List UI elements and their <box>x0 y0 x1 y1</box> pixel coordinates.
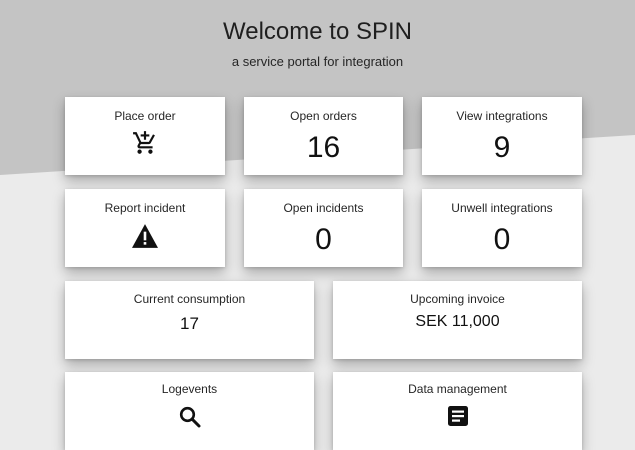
open-incidents-label: Open incidents <box>283 201 364 215</box>
unwell-integrations-count: 0 <box>493 223 511 256</box>
search-icon-wrap <box>65 405 314 429</box>
data-management-label: Data management <box>408 382 507 396</box>
page-title: Welcome to SPIN <box>223 18 412 45</box>
document-icon <box>447 406 468 426</box>
open-incidents-count: 0 <box>315 223 332 256</box>
logevents-tile[interactable]: Logevents <box>65 372 314 450</box>
unwell-integrations-label: Unwell integrations <box>451 201 553 215</box>
search-icon <box>179 406 200 428</box>
upcoming-invoice-tile[interactable]: Upcoming invoice SEK 11,000 <box>333 281 582 359</box>
current-consumption-label: Current consumption <box>133 292 246 306</box>
unwell-integrations-tile[interactable]: Unwell integrations 0 <box>422 189 582 267</box>
view-integrations-tile[interactable]: View integrations 9 <box>422 97 582 175</box>
current-consumption-value: 17 <box>180 314 199 333</box>
report-incident-label: Report incident <box>104 201 186 215</box>
page-subtitle: a service portal for integration <box>231 54 404 69</box>
document-icon-wrap <box>333 405 582 427</box>
current-consumption-tile[interactable]: Current consumption 17 <box>65 281 314 359</box>
cart-plus-icon <box>133 131 155 154</box>
cart-plus-icon-wrap <box>65 130 225 156</box>
warning-icon-wrap <box>65 224 225 248</box>
view-integrations-label: View integrations <box>456 109 548 123</box>
open-orders-count: 16 <box>306 131 341 164</box>
upcoming-invoice-value: SEK 11,000 <box>415 313 500 330</box>
upcoming-invoice-label: Upcoming invoice <box>410 292 505 306</box>
place-order-tile[interactable]: Place order <box>65 97 225 175</box>
warning-icon <box>132 224 158 248</box>
data-management-tile[interactable]: Data management <box>333 372 582 450</box>
open-orders-label: Open orders <box>290 109 357 123</box>
place-order-label: Place order <box>114 109 176 123</box>
view-integrations-count: 9 <box>493 131 511 164</box>
open-orders-tile[interactable]: Open orders 16 <box>244 97 403 175</box>
report-incident-tile[interactable]: Report incident <box>65 189 225 267</box>
open-incidents-tile[interactable]: Open incidents 0 <box>244 189 403 267</box>
logevents-label: Logevents <box>161 382 218 396</box>
